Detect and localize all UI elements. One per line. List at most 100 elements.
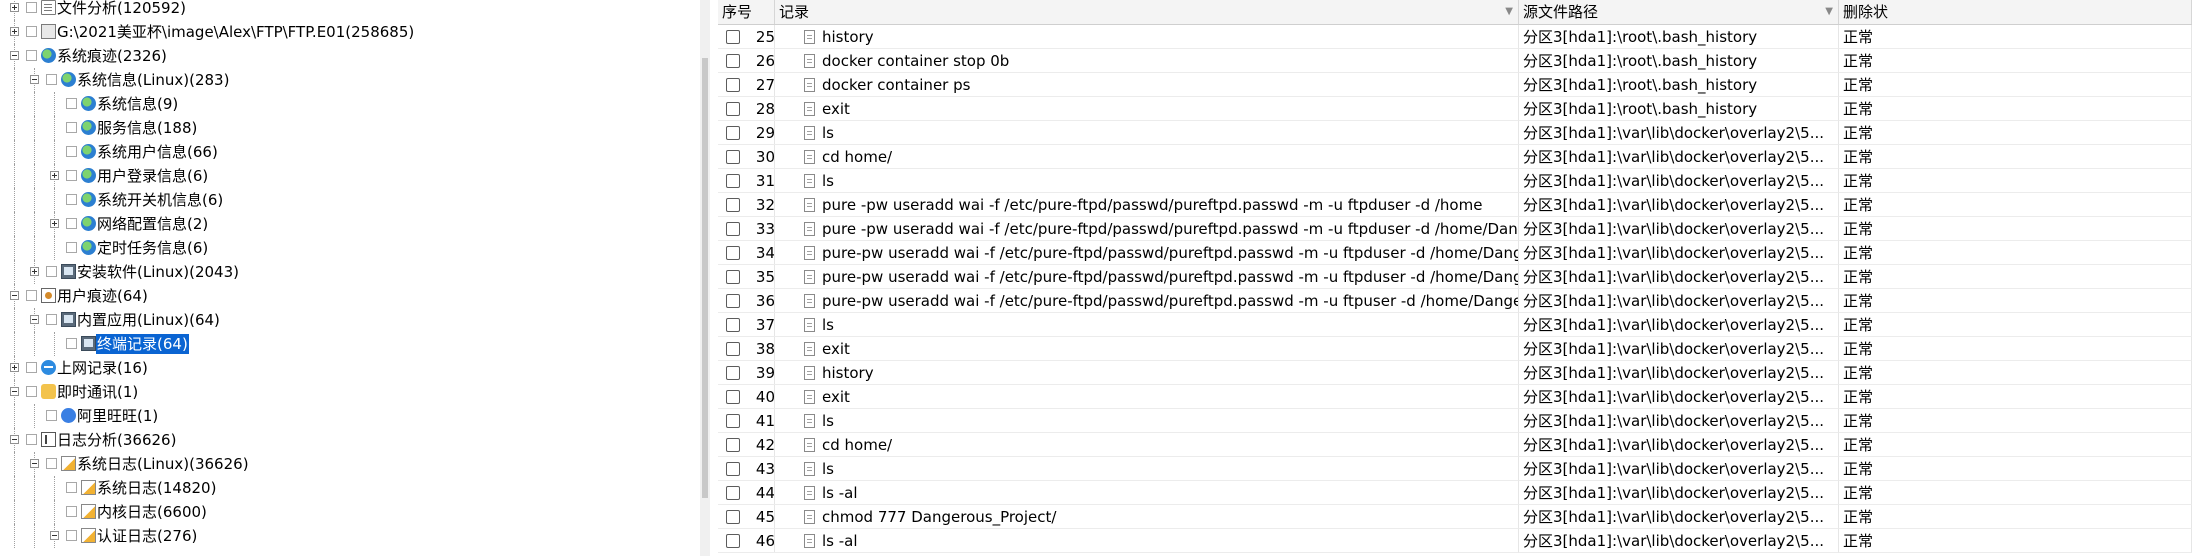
- tree-node-checkbox[interactable]: [66, 146, 77, 157]
- tree-node[interactable]: 认证日志(276): [0, 524, 700, 548]
- expand-icon[interactable]: [50, 171, 59, 180]
- table-row[interactable]: 39 history 分区3[hda1]:\var\lib\docker\overl…: [718, 361, 2192, 385]
- table-row[interactable]: 29 ls 分区3[hda1]:\var\lib\docker\overlay2\5…: [718, 121, 2192, 145]
- tree-node[interactable]: 安装软件(Linux)(2043): [0, 260, 700, 284]
- tree-node-label[interactable]: 终端记录(64): [96, 334, 189, 354]
- tree-node-checkbox[interactable]: [26, 26, 37, 37]
- table-row[interactable]: 30 cd home/分区3[hda1]:\var\lib\docker\over…: [718, 145, 2192, 169]
- tree-node-label[interactable]: 用户痕迹(64): [56, 286, 149, 306]
- tree-node-checkbox[interactable]: [46, 458, 57, 469]
- tree-node-checkbox[interactable]: [66, 170, 77, 181]
- table-row[interactable]: 25 history 分区3[hda1]:\root\.bash_history 正常: [718, 25, 2192, 49]
- table-row[interactable]: 34 pure-pw useradd wai -f /etc/pure-ftpd/…: [718, 241, 2192, 265]
- expand-icon[interactable]: [50, 219, 59, 228]
- table-row[interactable]: 33 pure -pw useradd wai -f /etc/pure-ftpd…: [718, 217, 2192, 241]
- collapse-icon[interactable]: [10, 291, 19, 300]
- tree-node[interactable]: 定时任务信息(6): [0, 236, 700, 260]
- tree-node-checkbox[interactable]: [66, 338, 77, 349]
- table-row[interactable]: 26 docker container stop 0b 分区3[hda1]:\roo…: [718, 49, 2192, 73]
- tree-node-label[interactable]: 系统用户信息(66): [96, 142, 219, 162]
- tree-node-label[interactable]: 内置应用(Linux)(64): [76, 310, 221, 330]
- expand-icon[interactable]: [10, 27, 19, 36]
- table-row[interactable]: 36 pure-pw useradd wai -f /etc/pure-ftpd/…: [718, 289, 2192, 313]
- table-row[interactable]: 37 ls 分区3[hda1]:\var\lib\docker\overlay2\5…: [718, 313, 2192, 337]
- tree-node-label[interactable]: 日志分析(36626): [56, 430, 177, 450]
- tree-node-checkbox[interactable]: [66, 506, 77, 517]
- tree-node[interactable]: 内核日志(6600): [0, 500, 700, 524]
- expand-icon[interactable]: [30, 267, 39, 276]
- table-row[interactable]: 27 docker container ps 分区3[hda1]:\root\.ba…: [718, 73, 2192, 97]
- tree-node[interactable]: 系统信息(9): [0, 92, 700, 116]
- tree-node[interactable]: G:\2021美亚杯\image\Alex\FTP\FTP.E01(258685…: [0, 20, 700, 44]
- tree-scrollbar-thumb[interactable]: [702, 58, 708, 498]
- tree-node-checkbox[interactable]: [26, 386, 37, 397]
- table-row[interactable]: 35 pure-pw useradd wai -f /etc/pure-ftpd/…: [718, 265, 2192, 289]
- tree-node[interactable]: 系统用户信息(66): [0, 140, 700, 164]
- table-row[interactable]: 38 exit 分区3[hda1]:\var\lib\docker\overlay2…: [718, 337, 2192, 361]
- tree-node-checkbox[interactable]: [66, 194, 77, 205]
- tree-node-checkbox[interactable]: [26, 434, 37, 445]
- tree-node[interactable]: 系统信息(Linux)(283): [0, 68, 700, 92]
- tree-node-checkbox[interactable]: [46, 74, 57, 85]
- tree-node-label[interactable]: 定时任务信息(6): [96, 238, 209, 258]
- table-row[interactable]: 42 cd home/分区3[hda1]:\var\lib\docker\over…: [718, 433, 2192, 457]
- tree-node-label[interactable]: 即时通讯(1): [56, 382, 139, 402]
- tree-node-label[interactable]: 系统日志(14820): [96, 478, 217, 498]
- tree-node[interactable]: 内置应用(Linux)(64): [0, 308, 700, 332]
- tree-node-label[interactable]: 内核日志(6600): [96, 502, 208, 522]
- table-row[interactable]: 46 ls -al 分区3[hda1]:\var\lib\docker\overla…: [718, 529, 2192, 553]
- collapse-icon[interactable]: [10, 51, 19, 60]
- collapse-icon[interactable]: [30, 459, 39, 468]
- filter-icon[interactable]: ▼: [1505, 0, 1513, 24]
- tree-node[interactable]: 系统开关机信息(6): [0, 188, 700, 212]
- tree-node-label[interactable]: 系统信息(Linux)(283): [76, 70, 230, 90]
- table-row[interactable]: 31 ls 分区3[hda1]:\var\lib\docker\overlay2\5…: [718, 169, 2192, 193]
- expand-icon[interactable]: [10, 3, 19, 12]
- tree-node-label[interactable]: G:\2021美亚杯\image\Alex\FTP\FTP.E01(258685…: [56, 22, 415, 42]
- tree-node-label[interactable]: 上网记录(16): [56, 358, 149, 378]
- tree-node[interactable]: 即时通讯(1): [0, 380, 700, 404]
- table-row[interactable]: 45 chmod 777 Dangerous_Project/分区3[hda1]:…: [718, 505, 2192, 529]
- tree-node-checkbox[interactable]: [66, 530, 77, 541]
- tree-node-label[interactable]: 系统痕迹(2326): [56, 46, 168, 66]
- collapse-icon[interactable]: [10, 435, 19, 444]
- tree-node-checkbox[interactable]: [26, 362, 37, 373]
- tree-node[interactable]: 网络配置信息(2): [0, 212, 700, 236]
- tree-node-label[interactable]: 网络配置信息(2): [96, 214, 209, 234]
- table-row[interactable]: 44 ls -al 分区3[hda1]:\var\lib\docker\overla…: [718, 481, 2192, 505]
- expand-icon[interactable]: [10, 363, 19, 372]
- table-row[interactable]: 41 ls 分区3[hda1]:\var\lib\docker\overlay2\5…: [718, 409, 2192, 433]
- tree-node-checkbox[interactable]: [46, 410, 57, 421]
- collapse-icon[interactable]: [50, 531, 59, 540]
- filter-icon[interactable]: ▼: [1825, 0, 1833, 24]
- tree-node-checkbox[interactable]: [66, 122, 77, 133]
- tree-node-label[interactable]: 认证日志(276): [96, 526, 198, 546]
- evidence-tree[interactable]: 文件分析(120592) G:\2021美亚杯\image\Alex\FTP\FT…: [0, 0, 700, 556]
- tree-node[interactable]: 用户登录信息(6): [0, 164, 700, 188]
- tree-node-label[interactable]: 系统信息(9): [96, 94, 179, 114]
- tree-node[interactable]: 日志分析(36626): [0, 428, 700, 452]
- tree-node-label[interactable]: 文件分析(120592): [56, 0, 187, 18]
- tree-node-checkbox[interactable]: [46, 266, 57, 277]
- column-header-seq[interactable]: 序号: [718, 0, 775, 24]
- table-row[interactable]: 28 exit 分区3[hda1]:\root\.bash_history 正常: [718, 97, 2192, 121]
- tree-node-checkbox[interactable]: [26, 2, 37, 13]
- tree-node-checkbox[interactable]: [66, 482, 77, 493]
- collapse-icon[interactable]: [30, 75, 39, 84]
- tree-node-label[interactable]: 用户登录信息(6): [96, 166, 209, 186]
- tree-node[interactable]: 上网记录(16): [0, 356, 700, 380]
- tree-node-label[interactable]: 系统开关机信息(6): [96, 190, 224, 210]
- table-row[interactable]: 40 exit 分区3[hda1]:\var\lib\docker\overlay2…: [718, 385, 2192, 409]
- tree-node-checkbox[interactable]: [66, 218, 77, 229]
- table-row[interactable]: 32 pure -pw useradd wai -f /etc/pure-ftpd…: [718, 193, 2192, 217]
- column-header-status[interactable]: 删除状: [1839, 0, 2192, 24]
- table-row[interactable]: 43 ls 分区3[hda1]:\var\lib\docker\overlay2\5…: [718, 457, 2192, 481]
- collapse-icon[interactable]: [30, 315, 39, 324]
- tree-node[interactable]: 系统痕迹(2326): [0, 44, 700, 68]
- tree-node-checkbox[interactable]: [26, 50, 37, 61]
- tree-node[interactable]: 阿里旺旺(1): [0, 404, 700, 428]
- tree-node[interactable]: 终端记录(64): [0, 332, 700, 356]
- tree-node[interactable]: 服务信息(188): [0, 116, 700, 140]
- tree-node[interactable]: 系统日志(14820): [0, 476, 700, 500]
- tree-node-checkbox[interactable]: [66, 98, 77, 109]
